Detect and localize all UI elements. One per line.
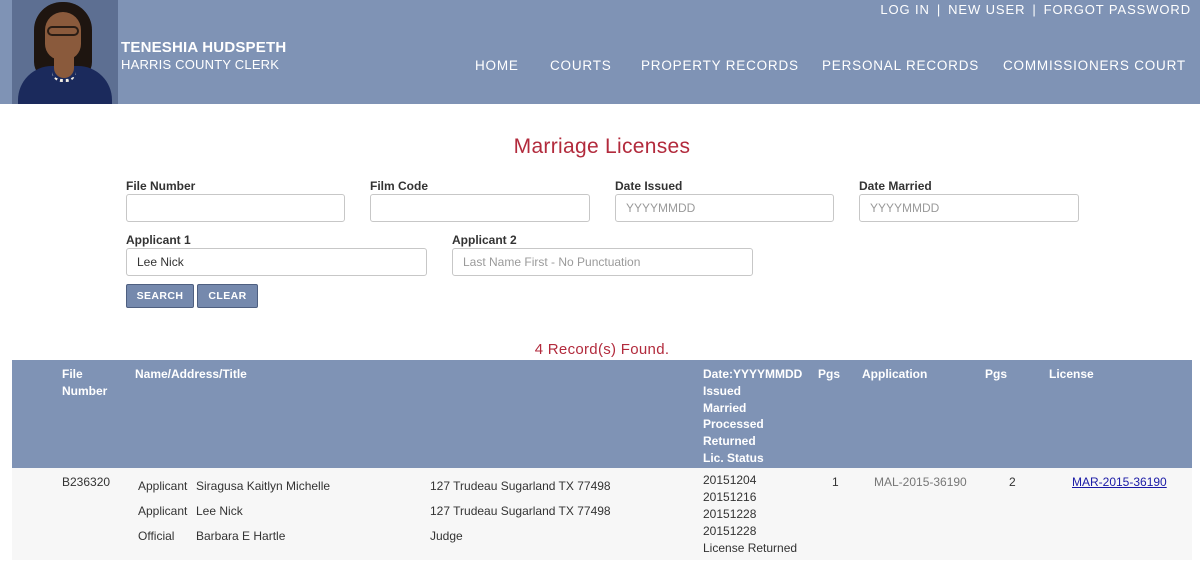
party-role: Official [138, 529, 175, 543]
date-married-input[interactable] [859, 194, 1079, 222]
application-cell: MAL-2015-36190 [874, 475, 967, 489]
clear-button[interactable]: CLEAR [197, 284, 258, 308]
col-application: Application [862, 367, 928, 381]
pgs-cell: 1 [832, 475, 839, 489]
party-role: Applicant [138, 504, 188, 518]
nav-personal-records[interactable]: PERSONAL RECORDS [822, 58, 979, 73]
nav-courts[interactable]: COURTS [550, 58, 612, 73]
applicant1-input[interactable] [126, 248, 427, 276]
col-name-address-title: Name/Address/Title [135, 367, 247, 381]
col-file-number: File Number [62, 367, 108, 398]
date-issued-input[interactable] [615, 194, 834, 222]
date-processed-value: 20151228 [703, 507, 757, 521]
nav-property-records[interactable]: PROPERTY RECORDS [641, 58, 799, 73]
col-pgs: Pgs [985, 367, 1008, 381]
clerk-portrait [12, 0, 118, 104]
film-code-label: Film Code [370, 179, 429, 193]
new-user-link[interactable]: NEW USER [948, 2, 1025, 17]
license-status-value: License Returned [703, 541, 798, 555]
party-role: Applicant [138, 479, 188, 493]
date-married-value: 20151216 [703, 490, 757, 504]
party-name: Barbara E Hartle [196, 529, 286, 543]
col-license: License [1049, 367, 1094, 381]
file-number-cell: B236320 [62, 475, 111, 489]
date-issued-label: Date Issued [615, 179, 683, 193]
link-separator: | [1032, 2, 1037, 17]
col-date: Date:YYYYMMDD Issued Married Processed R… [703, 367, 803, 465]
applicant2-label: Applicant 2 [452, 233, 517, 247]
main-nav: HOME COURTS PROPERTY RECORDS PERSONAL RE… [0, 58, 1200, 74]
page-title: Marriage Licenses [513, 135, 691, 158]
site-header: TENESHIA HUDSPETH HARRIS COUNTY CLERK LO… [0, 0, 1200, 104]
records-found: 4 Record(s) Found. [534, 341, 670, 358]
file-number-label: File Number [126, 179, 196, 193]
date-cell: 20151204 20151216 20151228 20151228 Lice… [703, 472, 797, 557]
nav-commissioners-court[interactable]: COMMISSIONERS COURT [1003, 58, 1186, 73]
nav-home[interactable]: HOME [475, 58, 519, 73]
login-link[interactable]: LOG IN [880, 2, 929, 17]
party-name: Siragusa Kaitlyn Michelle [196, 479, 331, 493]
account-links: LOG IN | NEW USER | FORGOT PASSWORD [880, 2, 1191, 17]
link-separator: | [936, 2, 942, 17]
results-table-header: File Number Name/Address/Title Date:YYYY… [12, 360, 1192, 468]
table-row: B236320 Applicant Siragusa Kaitlyn Miche… [12, 468, 1192, 560]
party-address: 127 Trudeau Sugarland TX 77498 [430, 504, 611, 518]
clerk-name: TENESHIA HUDSPETH [121, 39, 287, 56]
party-address: Judge [430, 529, 463, 543]
forgot-password-link[interactable]: FORGOT PASSWORD [1044, 2, 1191, 17]
date-married-label: Date Married [859, 179, 932, 193]
party-address: 127 Trudeau Sugarland TX 77498 [430, 479, 611, 493]
film-code-input[interactable] [370, 194, 590, 222]
applicant1-label: Applicant 1 [126, 233, 191, 247]
pgs-cell: 2 [1009, 475, 1016, 489]
col-pgs: Pgs [818, 367, 841, 381]
date-returned-value: 20151228 [703, 524, 757, 538]
license-link[interactable]: MAR-2015-36190 [1072, 474, 1167, 491]
file-number-input[interactable] [126, 194, 345, 222]
date-issued-value: 20151204 [703, 473, 757, 487]
party-name: Lee Nick [196, 504, 243, 518]
applicant2-input[interactable] [452, 248, 753, 276]
search-button[interactable]: SEARCH [126, 284, 194, 308]
